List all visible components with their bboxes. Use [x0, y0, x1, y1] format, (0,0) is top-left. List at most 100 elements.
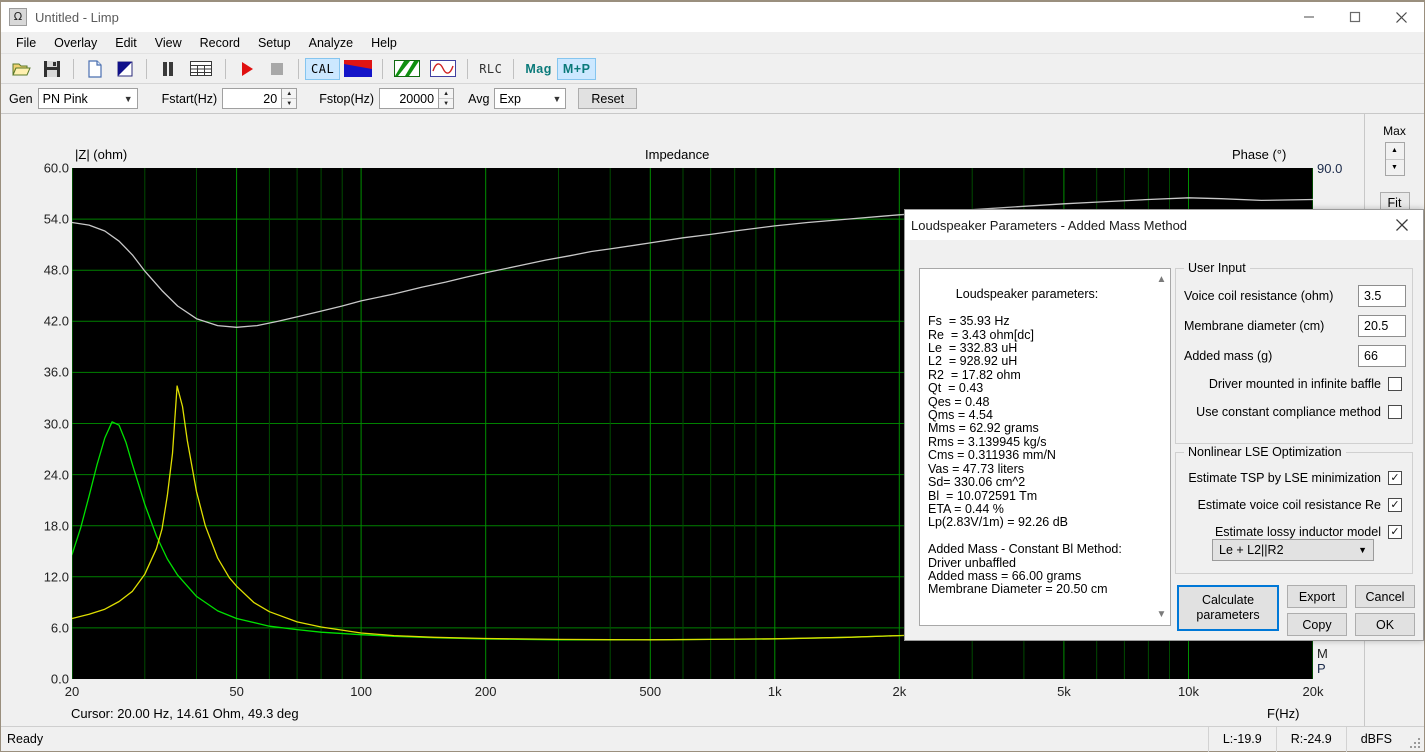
estimate-tsp-checkbox[interactable]: ✓: [1388, 471, 1402, 485]
avg-select[interactable]: Exp ▼: [494, 88, 567, 109]
level-left: L:-19.9: [1207, 726, 1276, 752]
fstart-label: Fstart(Hz): [161, 91, 218, 106]
close-icon[interactable]: [1381, 210, 1423, 240]
chevron-down-icon: ▼: [552, 93, 562, 104]
menu-item-overlay[interactable]: Overlay: [45, 34, 106, 52]
y-tick-label: 42.0: [43, 313, 69, 329]
hatch-icon[interactable]: [391, 57, 423, 81]
estimate-tsp-row[interactable]: Estimate TSP by LSE minimization ✓: [1184, 471, 1402, 485]
max-stepper[interactable]: ▲ ▼: [1384, 142, 1405, 176]
stop-icon[interactable]: [264, 57, 290, 81]
omega-icon: Ω: [9, 8, 27, 26]
estimate-lossy-checkbox[interactable]: ✓: [1388, 525, 1402, 539]
calculate-parameters-button[interactable]: Calculate parameters: [1177, 585, 1279, 631]
toolbar-separator: [382, 58, 384, 79]
menu-item-setup[interactable]: Setup: [249, 34, 300, 52]
gen-select[interactable]: PN Pink ▼: [37, 88, 138, 109]
cal-button[interactable]: CAL: [305, 57, 341, 80]
added-mass-input[interactable]: 66: [1358, 345, 1406, 367]
y-tick-label: 36.0: [43, 364, 69, 380]
parameters-textbox[interactable]: Loudspeaker parameters: Fs = 35.93 Hz Re…: [919, 268, 1171, 626]
y-tick-label: 18.0: [43, 518, 69, 534]
table-icon[interactable]: [185, 57, 217, 81]
open-icon[interactable]: [9, 57, 35, 81]
estimate-re-checkbox[interactable]: ✓: [1388, 498, 1402, 512]
max-label: Max: [1383, 124, 1406, 138]
cursor-readout: Cursor: 20.00 Hz, 14.61 Ohm, 49.3 deg: [71, 706, 299, 721]
estimate-re-row[interactable]: Estimate voice coil resistance Re ✓: [1184, 498, 1402, 512]
inductor-model-select[interactable]: Le + L2||R2 ▼: [1212, 539, 1374, 561]
x-tick-label: 500: [639, 684, 662, 699]
x-tick-label: 200: [474, 684, 497, 699]
infinite-baffle-label: Driver mounted in infinite baffle: [1208, 377, 1381, 391]
y-tick-label: 48.0: [43, 262, 69, 278]
menu-item-analyze[interactable]: Analyze: [300, 34, 362, 52]
minimize-button[interactable]: [1286, 2, 1332, 32]
y-tick-label: 0.0: [50, 671, 69, 687]
gradient-icon[interactable]: [342, 57, 374, 81]
toolbar-separator: [513, 58, 515, 79]
x-tick-label: 1k: [767, 684, 782, 699]
parameters-scrollbar[interactable]: ▲ ▼: [1154, 270, 1169, 624]
copy-button[interactable]: Copy: [1287, 613, 1347, 636]
save-icon[interactable]: [39, 57, 65, 81]
x-tick-label: 50: [229, 684, 244, 699]
constant-compliance-row[interactable]: Use constant compliance method: [1184, 405, 1402, 419]
cancel-button[interactable]: Cancel: [1355, 585, 1415, 608]
membrane-diameter-input[interactable]: 20.5: [1358, 315, 1406, 337]
added-mass-label: Added mass (g): [1184, 349, 1273, 363]
maximize-button[interactable]: [1332, 2, 1378, 32]
constant-compliance-checkbox[interactable]: [1388, 405, 1402, 419]
y-tick-label: 6.0: [50, 620, 69, 636]
infinite-baffle-checkbox[interactable]: [1388, 377, 1402, 391]
export-button[interactable]: Export: [1287, 585, 1347, 608]
calculate-line2: parameters: [1196, 608, 1260, 622]
mp-legend: M P: [1317, 646, 1328, 676]
fstart-input[interactable]: 20: [222, 88, 283, 109]
menu-item-view[interactable]: View: [146, 34, 191, 52]
estimate-lossy-row[interactable]: Estimate lossy inductor model ✓: [1184, 525, 1402, 539]
vc-resistance-input[interactable]: 3.5: [1358, 285, 1406, 307]
scroll-up-icon[interactable]: ▲: [1157, 273, 1167, 286]
calculate-line1: Calculate: [1201, 593, 1255, 607]
loudspeaker-parameters-dialog[interactable]: Loudspeaker Parameters - Added Mass Meth…: [904, 209, 1424, 641]
dialog-title-bar: Loudspeaker Parameters - Added Mass Meth…: [905, 210, 1423, 240]
toolbar-separator: [225, 58, 226, 79]
fstop-input[interactable]: 20000: [379, 88, 440, 109]
y-axis-title: |Z| (ohm): [75, 147, 128, 162]
dialog-body: Loudspeaker parameters: Fs = 35.93 Hz Re…: [905, 240, 1423, 642]
fstop-stepper[interactable]: ▲ ▼: [439, 88, 455, 109]
new-page-icon[interactable]: [82, 57, 108, 81]
close-button[interactable]: [1378, 2, 1424, 32]
mp-button[interactable]: M+P: [556, 57, 597, 80]
toolbar-separator: [298, 58, 299, 79]
resize-grip-icon[interactable]: [1406, 727, 1424, 752]
menu-item-file[interactable]: File: [7, 34, 45, 52]
menu-item-record[interactable]: Record: [191, 34, 249, 52]
pause-icon[interactable]: [155, 57, 181, 81]
infinite-baffle-row[interactable]: Driver mounted in infinite baffle: [1184, 377, 1402, 391]
x-axis-title: F(Hz): [1267, 706, 1300, 721]
x-tick-label: 10k: [1177, 684, 1199, 699]
menu-item-edit[interactable]: Edit: [106, 34, 146, 52]
mag-button[interactable]: Mag: [520, 58, 557, 80]
reset-button[interactable]: Reset: [578, 88, 638, 109]
rlc-button[interactable]: RLC: [474, 58, 507, 80]
dialog-title: Loudspeaker Parameters - Added Mass Meth…: [911, 217, 1188, 233]
scroll-down-icon[interactable]: ▼: [1157, 608, 1167, 621]
menu-item-help[interactable]: Help: [362, 34, 406, 52]
vc-resistance-label: Voice coil resistance (ohm): [1184, 289, 1334, 303]
vc-resistance-row: Voice coil resistance (ohm) 3.5: [1184, 285, 1406, 307]
x-tick-label: 5k: [1057, 684, 1071, 699]
y-tick-label: 54.0: [43, 211, 69, 227]
fstart-stepper[interactable]: ▲ ▼: [282, 88, 298, 109]
user-input-group-title: User Input: [1184, 261, 1250, 275]
wave-icon[interactable]: [427, 57, 459, 81]
x-tick-label: 2k: [892, 684, 907, 699]
play-icon[interactable]: [234, 57, 260, 81]
ok-button[interactable]: OK: [1355, 613, 1415, 636]
overlay-icon[interactable]: [112, 57, 138, 81]
toolbar-separator: [146, 58, 147, 79]
avg-select-value: Exp: [499, 91, 521, 106]
avg-label: Avg: [468, 91, 490, 106]
